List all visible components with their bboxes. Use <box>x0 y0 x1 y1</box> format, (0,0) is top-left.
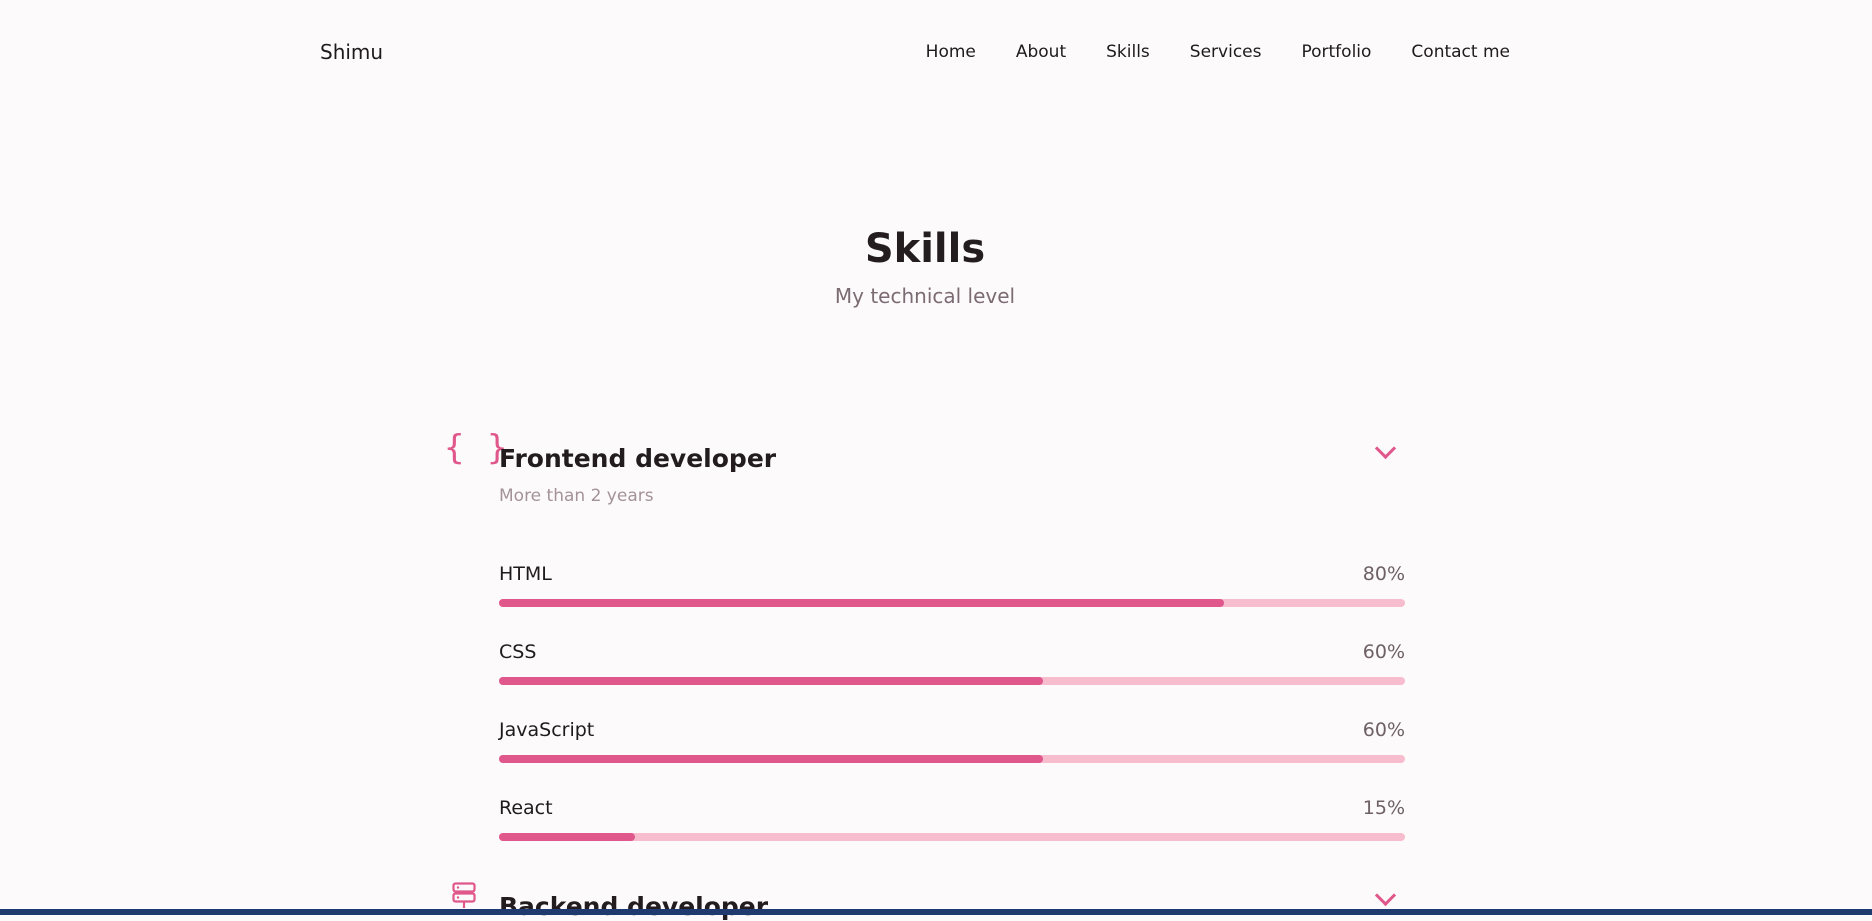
skill-bar-track <box>499 599 1405 607</box>
skill-row-css: CSS 60% <box>499 641 1405 719</box>
main-nav: Home About Skills Services Portfolio Con… <box>926 42 1510 62</box>
skill-row-react: React 15% <box>499 797 1405 875</box>
bottom-strip <box>0 909 1872 915</box>
backend-chevron-down-icon[interactable] <box>1374 884 1397 907</box>
nav-services[interactable]: Services <box>1190 42 1262 62</box>
site-logo[interactable]: Shimu <box>320 40 383 64</box>
nav-portfolio[interactable]: Portfolio <box>1301 42 1371 62</box>
skill-percent: 80% <box>1362 563 1405 585</box>
skill-bar-fill <box>499 755 1043 763</box>
section-subtitle: My technical level <box>834 284 1016 308</box>
skill-name: React <box>499 797 553 819</box>
skill-bar-track <box>499 677 1405 685</box>
skill-bar-track <box>499 833 1405 841</box>
frontend-chevron-down-icon[interactable] <box>1374 437 1397 460</box>
skill-bar-fill <box>499 599 1224 607</box>
backend-group-title[interactable]: Backend developer <box>499 892 768 921</box>
skill-bar-fill <box>499 677 1043 685</box>
frontend-group-title[interactable]: Frontend developer <box>499 444 776 473</box>
skill-name: JavaScript <box>499 719 595 741</box>
skill-row-html: HTML 80% <box>499 563 1405 641</box>
frontend-group-subtitle: More than 2 years <box>499 486 654 506</box>
nav-about[interactable]: About <box>1016 42 1066 62</box>
section-title: Skills <box>864 226 986 272</box>
nav-home[interactable]: Home <box>926 42 976 62</box>
skill-percent: 60% <box>1362 719 1405 741</box>
skill-bar-fill <box>499 833 635 841</box>
skill-percent: 15% <box>1362 797 1405 819</box>
nav-skills[interactable]: Skills <box>1106 42 1150 62</box>
skill-name: CSS <box>499 641 537 663</box>
skill-bar-track <box>499 755 1405 763</box>
skill-row-javascript: JavaScript 60% <box>499 719 1405 797</box>
nav-contact[interactable]: Contact me <box>1411 42 1510 62</box>
skill-name: HTML <box>499 563 552 585</box>
skill-percent: 60% <box>1362 641 1405 663</box>
frontend-skills-list: HTML 80% CSS 60% JavaScript 60% React 15… <box>499 563 1405 875</box>
server-icon <box>452 882 476 908</box>
